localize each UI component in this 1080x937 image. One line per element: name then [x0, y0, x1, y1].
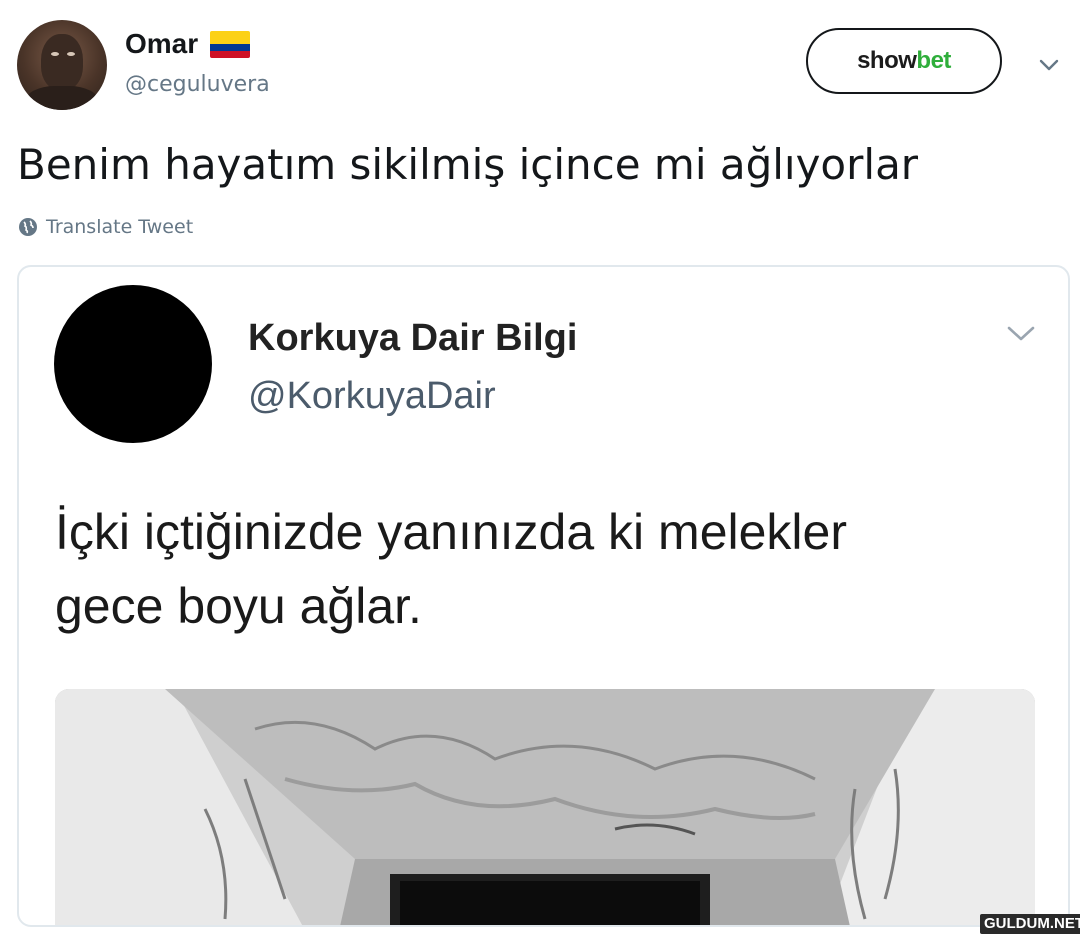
- translate-tweet-link[interactable]: Translate Tweet: [18, 216, 193, 238]
- flag-stripe-red: [210, 50, 251, 58]
- avatar-shirt: [25, 86, 99, 110]
- colombia-flag-icon: [210, 30, 251, 58]
- quoted-author-name[interactable]: Korkuya Dair Bilgi: [248, 317, 577, 360]
- author-name[interactable]: Omar: [125, 28, 198, 60]
- quoted-tweet-card[interactable]: Korkuya Dair Bilgi @KorkuyaDair İçki içt…: [17, 265, 1070, 927]
- quoted-tweet-text: İçki içtiğinizde yanınızda ki melekler g…: [55, 504, 847, 634]
- quoted-tweet-photo[interactable]: [55, 689, 1035, 925]
- tweet-text: Benim hayatım sikilmiş içince mi ağlıyor…: [17, 140, 919, 189]
- attic-photo-illustration: [55, 689, 1035, 925]
- follow-button-brand-show: show: [857, 47, 917, 74]
- avatar-face: [41, 34, 83, 90]
- flag-stripe-yellow: [210, 30, 251, 44]
- site-watermark: GULDUM.NET: [980, 914, 1080, 934]
- translate-tweet-label: Translate Tweet: [46, 216, 194, 238]
- follow-button-brand-bet: bet: [916, 47, 951, 74]
- flag-stripe-blue: [210, 44, 251, 51]
- avatar-eye: [67, 52, 75, 56]
- quoted-author-handle[interactable]: @KorkuyaDair: [248, 375, 496, 418]
- author-name-row: Omar: [125, 28, 251, 60]
- globe-icon: [18, 217, 38, 237]
- avatar-eye: [51, 52, 59, 56]
- author-avatar[interactable]: [17, 20, 107, 110]
- chevron-down-icon[interactable]: [1005, 317, 1037, 349]
- chevron-down-icon[interactable]: [1038, 54, 1060, 76]
- author-handle[interactable]: @ceguluvera: [125, 72, 270, 97]
- quoted-author-avatar[interactable]: [54, 285, 212, 443]
- follow-button[interactable]: show bet: [806, 28, 1002, 94]
